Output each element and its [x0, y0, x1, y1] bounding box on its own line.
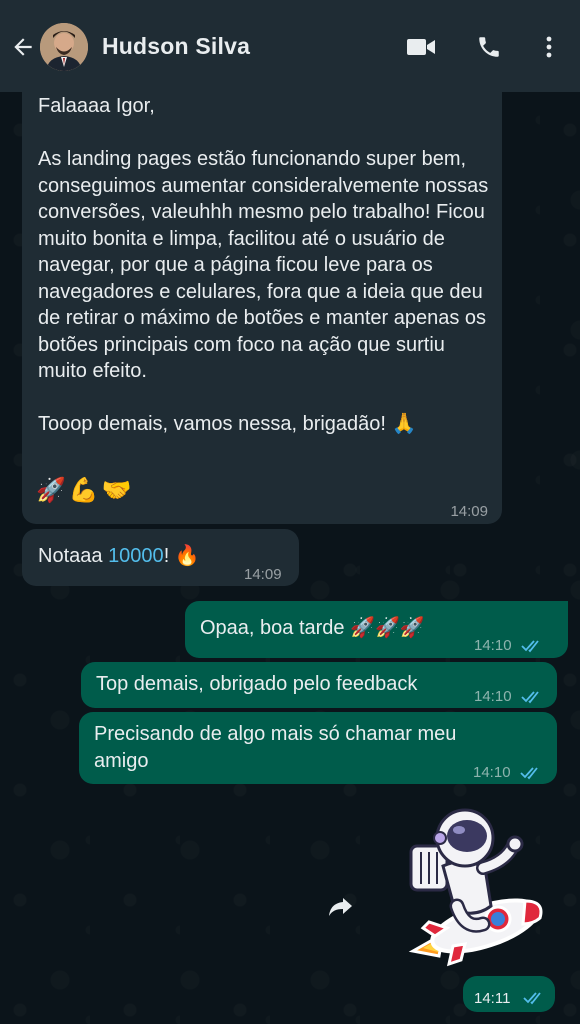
message-text: Notaaa 10000! 🔥 — [38, 543, 200, 570]
message-emojis: 🚀💪🤝 — [36, 476, 135, 504]
message-text-suffix: ! 🔥 — [163, 545, 200, 567]
outgoing-message[interactable]: Top demais, obrigado pelo feedback 14:10 — [81, 662, 557, 708]
read-receipt-icon — [521, 635, 545, 662]
sticker-time-badge: 14:11 — [463, 976, 555, 1012]
message-time: 14:10 — [474, 637, 512, 654]
read-receipt-icon — [523, 987, 547, 1014]
message-text: Top demais, obrigado pelo feedback — [96, 673, 418, 695]
message-time: 14:10 — [473, 764, 511, 781]
more-options-icon[interactable] — [534, 32, 564, 62]
message-time: 14:11 — [474, 990, 511, 1007]
forward-icon[interactable] — [326, 892, 356, 920]
message-text-prefix: Notaaa — [38, 545, 109, 567]
message-text: Falaaaa Igor, As landing pages estão fun… — [38, 95, 489, 435]
contact-avatar[interactable] — [40, 23, 88, 71]
incoming-message[interactable]: Falaaaa Igor, As landing pages estão fun… — [22, 84, 502, 524]
video-call-icon[interactable] — [406, 32, 436, 62]
message-time: 14:10 — [474, 688, 512, 705]
chat-header: Hudson Silva — [0, 0, 580, 92]
astronaut-rocket-sticker[interactable] — [395, 806, 545, 976]
read-receipt-icon — [520, 762, 544, 789]
phone-number-link[interactable]: 10000 — [108, 545, 164, 567]
outgoing-message[interactable]: Precisando de algo mais só chamar meu am… — [79, 712, 557, 784]
message-time: 14:09 — [450, 503, 488, 520]
contact-name[interactable]: Hudson Silva — [102, 33, 250, 60]
message-time: 14:09 — [244, 566, 282, 583]
back-arrow-icon[interactable] — [8, 32, 38, 62]
read-receipt-icon — [521, 686, 545, 713]
outgoing-message[interactable]: Opaa, boa tarde 🚀🚀🚀 14:10 — [185, 601, 568, 658]
message-text: Opaa, boa tarde 🚀🚀🚀 — [200, 617, 425, 639]
incoming-message[interactable]: Notaaa 10000! 🔥 14:09 — [22, 529, 299, 586]
message-text: Precisando de algo mais só chamar meu am… — [94, 723, 462, 772]
voice-call-icon[interactable] — [474, 32, 504, 62]
